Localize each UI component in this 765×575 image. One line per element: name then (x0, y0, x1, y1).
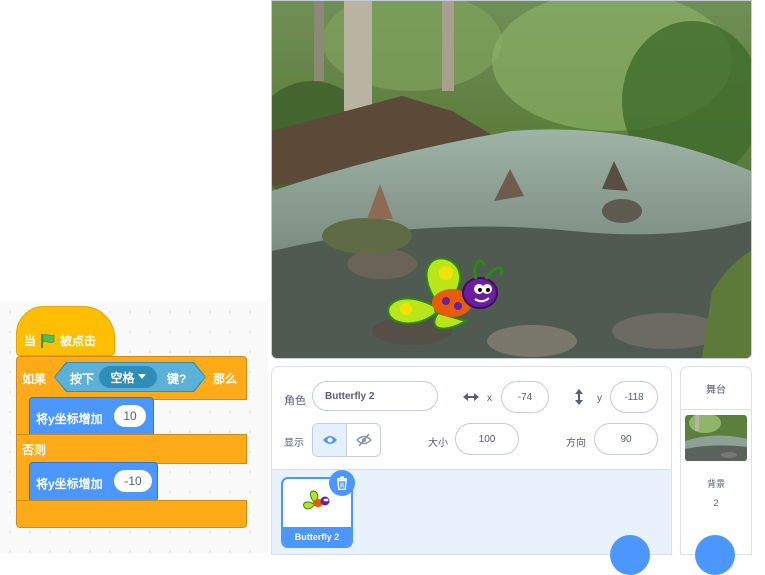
then-label: 那么 (213, 372, 238, 386)
delete-sprite-button[interactable] (329, 470, 355, 496)
hat-when-label: 当 (24, 334, 37, 348)
key-option-value: 空格 (110, 370, 135, 385)
choose-backdrop-button[interactable] (695, 535, 735, 575)
change-y-block-1[interactable]: 将y坐标增加 10 (29, 397, 154, 437)
else-section[interactable]: 否则 (16, 434, 247, 464)
if-else-block[interactable]: 如果 按下 空格 键? 那么 (16, 356, 247, 400)
eye-slash-icon (355, 433, 372, 447)
change-y-2-input[interactable]: -10 (114, 470, 152, 492)
sprite-thumbnail (303, 490, 330, 510)
key-pressed-block[interactable]: 按下 空格 键? (54, 362, 206, 392)
key-dropdown[interactable]: 空格 (99, 366, 157, 388)
else-branch-wall (16, 461, 30, 501)
sprite-name-input[interactable]: Butterfly 2 (312, 381, 438, 411)
when-flag-clicked-block[interactable]: 当 被点击 (16, 306, 115, 356)
backdrops-label: 背景 (706, 479, 725, 489)
hat-clicked-label: 被点击 (60, 334, 97, 348)
visibility-toggle (312, 423, 381, 457)
key-pressed-prefix: 按下 (70, 372, 95, 386)
code-area-blank (0, 0, 268, 302)
direction-label: 方向 (566, 438, 586, 449)
change-y-1-label: 将y坐标增加 (36, 412, 103, 426)
y-input[interactable]: -118 (610, 381, 658, 413)
x-input[interactable]: -74 (501, 381, 549, 413)
y-label: y (597, 393, 602, 404)
x-label: x (487, 393, 492, 404)
stage-canvas[interactable] (271, 0, 752, 359)
else-label: 否则 (22, 443, 47, 457)
y-arrows-icon (575, 389, 583, 405)
trash-icon (337, 476, 347, 490)
x-arrows-icon (463, 393, 479, 401)
size-label: 大小 (428, 438, 448, 449)
change-y-block-2[interactable]: 将y坐标增加 -10 (29, 462, 158, 502)
key-pressed-suffix: 键? (167, 372, 187, 386)
stage-backdrop (272, 1, 751, 358)
choose-sprite-button[interactable] (610, 535, 650, 575)
if-else-end (16, 500, 247, 528)
dropdown-arrow-icon (138, 374, 146, 380)
eye-icon (322, 436, 337, 444)
change-y-2-label: 将y坐标增加 (36, 477, 103, 491)
if-branch-wall (16, 397, 30, 435)
stage-selector[interactable]: 舞台 背景 2 (680, 366, 752, 555)
stage-selector-title: 舞台 (681, 367, 751, 410)
green-flag-icon (41, 333, 55, 348)
hide-button[interactable] (347, 424, 380, 456)
backdrop-count: 2 (713, 498, 719, 508)
change-y-1-input[interactable]: 10 (114, 405, 146, 427)
stage-thumbnail (685, 415, 747, 461)
sprite-tile-name: Butterfly 2 (283, 527, 351, 546)
size-input[interactable]: 100 (455, 423, 519, 455)
sprite-info-panel: 角色 Butterfly 2 x -74 y -118 显示 大小 100 方向… (271, 366, 672, 555)
sprite-info: 角色 Butterfly 2 x -74 y -118 显示 大小 100 方向… (272, 367, 671, 470)
direction-input[interactable]: 90 (594, 423, 658, 455)
if-label: 如果 (22, 372, 47, 386)
show-button[interactable] (313, 424, 347, 456)
sprite-label: 角色 (284, 395, 306, 407)
show-label: 显示 (284, 438, 304, 449)
